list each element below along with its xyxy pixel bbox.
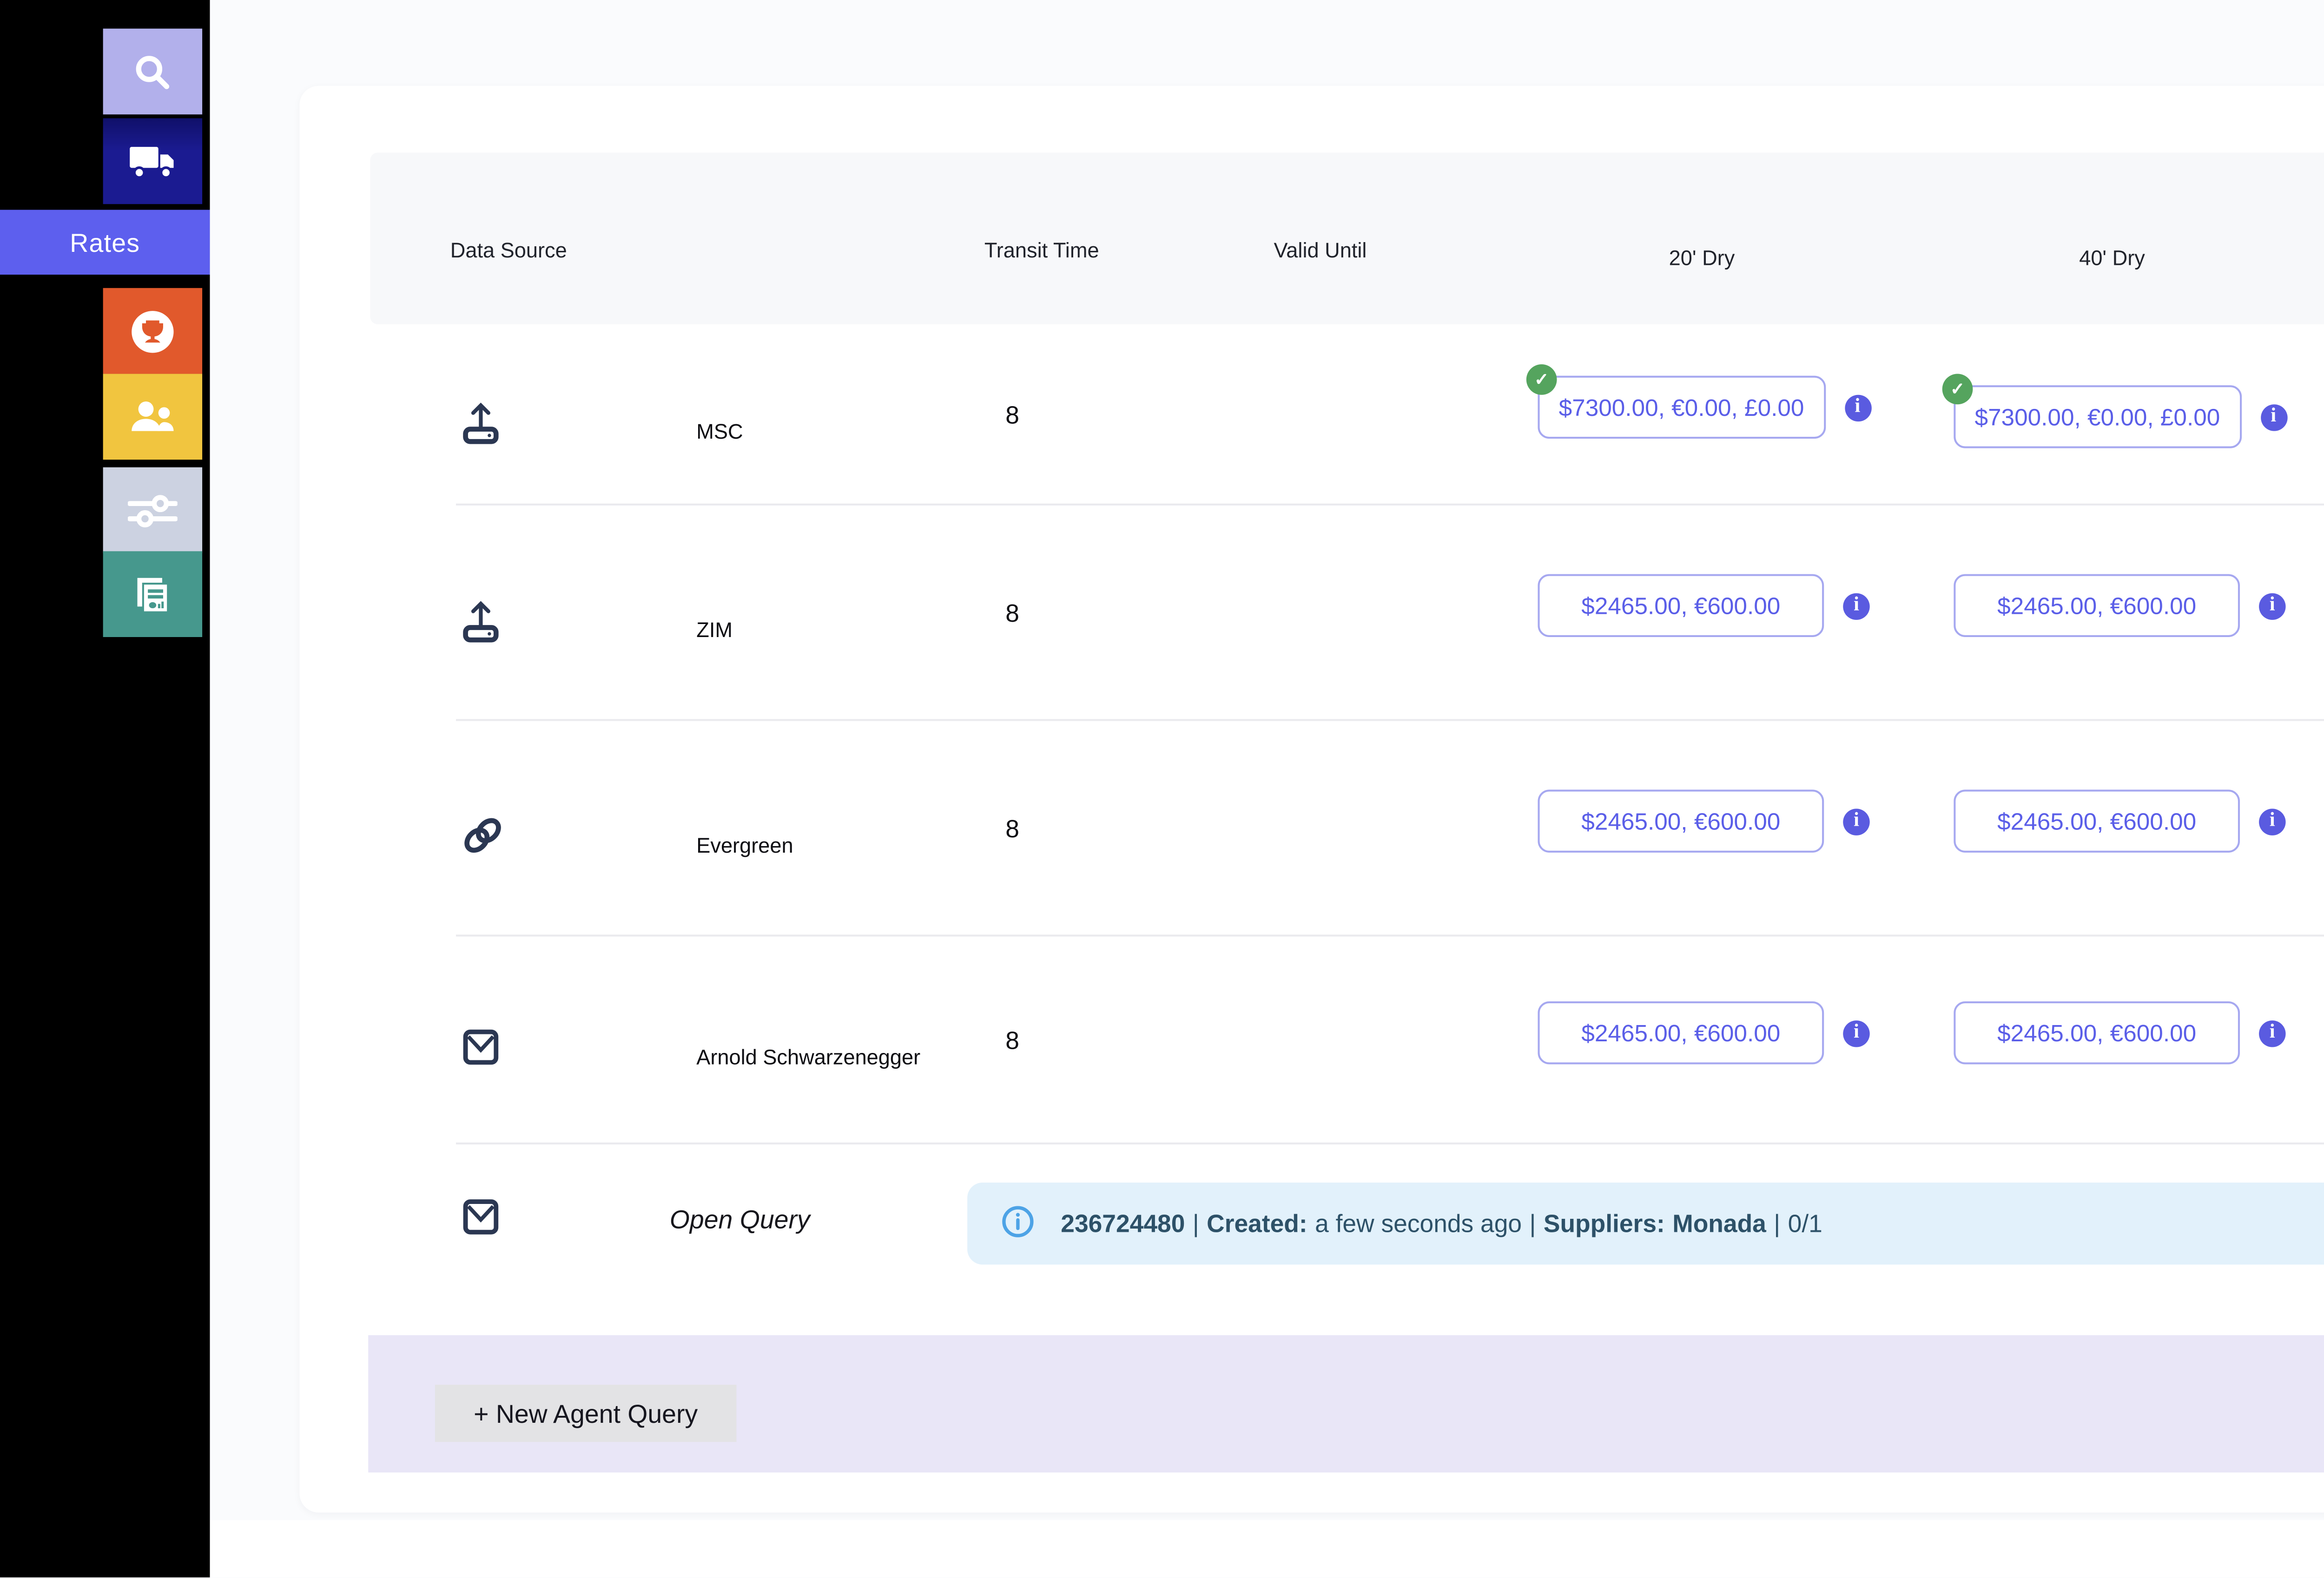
rate-cell-20-dry: ✓ $7300.00, €0.00, £0.00 i	[1501, 364, 1917, 439]
rate-value: $2465.00, €600.00	[1997, 592, 2197, 619]
app-window: Rates Data Source Transit Time Valid Unt…	[0, 0, 2324, 1578]
info-icon[interactable]: i	[1844, 394, 1871, 421]
created-value: a few seconds ago	[1315, 1209, 1522, 1238]
column-header-valid-until: Valid Until	[1274, 240, 1367, 263]
rate-box[interactable]: ✓ $2465.00, €600.00	[1954, 789, 2240, 853]
info-icon[interactable]: i	[2259, 808, 2286, 835]
rate-value: $2465.00, €600.00	[1581, 592, 1781, 619]
data-source-name: ZIM	[696, 619, 733, 642]
data-source-name: Arnold Schwarzenegger	[696, 1046, 921, 1069]
table-body: MSC 8 ✓ $7300.00, €0.00, £0.00 i ✓ $7300…	[299, 324, 2324, 1316]
rate-cell-20-dry: ✓ $2465.00, €600.00 i	[1501, 574, 1917, 638]
transit-time-value: 8	[1005, 814, 1019, 843]
footer-bar: + New Agent Query	[368, 1335, 2324, 1473]
sidebar-item-deals[interactable]	[103, 288, 203, 374]
rate-cell-40-dry: ✓ $7300.00, €0.00, £0.00 i	[1917, 374, 2322, 448]
transit-time-value: 8	[1005, 401, 1019, 429]
rate-value: $7300.00, €0.00, £0.00	[1558, 394, 1804, 421]
rate-cell-40-dry: ✓ $2465.00, €600.00 i	[1917, 789, 2322, 853]
info-icon[interactable]: i	[2259, 592, 2286, 619]
rate-box[interactable]: ✓ $2465.00, €600.00	[1538, 574, 1824, 638]
open-query-label: Open Query	[669, 1205, 810, 1234]
column-header-40-dry: 40' Dry	[2079, 248, 2145, 271]
page-bottom-strip	[210, 1520, 2324, 1578]
sidebar: Rates	[0, 0, 210, 1578]
column-header-data-source: Data Source	[450, 240, 567, 263]
table-row: MSC 8 ✓ $7300.00, €0.00, £0.00 i ✓ $7300…	[299, 324, 2324, 506]
column-header-20-dry: 20' Dry	[1669, 248, 1735, 271]
transit-time-value: 8	[1005, 1026, 1019, 1055]
column-header-transit-time: Transit Time	[984, 240, 1099, 263]
info-icon[interactable]: i	[2260, 403, 2287, 430]
rate-cell-route-rates: ✓ $2465.00, €600.00 i	[2322, 1009, 2324, 1072]
sidebar-item-settings[interactable]	[103, 467, 203, 553]
rate-cell-route-rates: ✓ $7300.00, €0.00, £0.00 i	[2322, 385, 2324, 448]
truck-icon	[130, 144, 176, 178]
suppliers-value: Monada	[1672, 1209, 1766, 1238]
verified-badge-icon: ✓	[1526, 364, 1557, 395]
rate-cell-40-dry: ✓ $2465.00, €600.00 i	[1917, 574, 2322, 638]
rate-box[interactable]: ✓ $2465.00, €600.00	[1954, 574, 2240, 638]
rate-cell-40-dry: ✓ $2465.00, €600.00 i	[1917, 1001, 2322, 1065]
table-header: Data Source Transit Time Valid Until 20'…	[370, 152, 2324, 324]
rate-value: $2465.00, €600.00	[1581, 808, 1781, 835]
sidebar-item-shipments[interactable]	[103, 118, 203, 204]
rate-cell-20-dry: ✓ $2465.00, €600.00 i	[1501, 1001, 1917, 1065]
info-icon[interactable]: i	[2259, 1019, 2286, 1046]
rate-cell-route-rates: ✓ $2465.00, €600.00 i	[2322, 574, 2324, 637]
created-label: Created:	[1207, 1209, 1307, 1238]
rate-value: $2465.00, €600.00	[1997, 1019, 2197, 1046]
suppliers-count: 0/1	[1788, 1209, 1822, 1238]
rate-box[interactable]: ✓ $2465.00, €600.00	[1538, 789, 1824, 853]
verified-badge-icon: ✓	[1942, 374, 1973, 405]
rate-box[interactable]: ✓ $7300.00, €0.00, £0.00	[1942, 374, 2241, 448]
mail-icon	[460, 1025, 536, 1067]
rate-box[interactable]: ✓ $2465.00, €600.00	[1954, 1001, 2240, 1065]
rate-value: $7300.00, €0.00, £0.00	[1974, 403, 2220, 430]
table-row: ZIM 8 ✓ $2465.00, €600.00 i ✓ $2465.00, …	[299, 506, 2324, 721]
people-icon	[130, 400, 176, 434]
info-icon[interactable]: i	[1843, 808, 1870, 835]
data-source-name: MSC	[696, 421, 743, 444]
search-icon	[132, 51, 173, 92]
upload-icon	[460, 596, 536, 642]
rate-cell-20-dry: ✓ $2465.00, €600.00 i	[1501, 789, 1917, 853]
table-row: Evergreen 8 ✓ $2465.00, €600.00 i ✓ $246…	[299, 721, 2324, 937]
info-icon[interactable]: i	[1843, 1019, 1870, 1046]
mail-icon	[460, 1196, 502, 1248]
query-id: 236724480	[1061, 1209, 1185, 1238]
rates-label: Rates	[70, 228, 140, 257]
sliders-icon	[128, 493, 178, 527]
trophy-icon	[128, 306, 178, 356]
info-outline-icon	[1002, 1204, 1034, 1243]
rate-box[interactable]: ✓ $2465.00, €600.00	[1538, 1001, 1824, 1065]
data-source-name: Evergreen	[696, 834, 793, 858]
info-icon[interactable]: i	[1843, 592, 1870, 619]
sidebar-item-reports[interactable]	[103, 551, 203, 638]
rates-table-card: Data Source Transit Time Valid Until 20'…	[299, 85, 2324, 1513]
rate-box[interactable]: ✓ $7300.00, €0.00, £0.00	[1526, 364, 1825, 439]
upload-icon	[460, 398, 536, 444]
suppliers-label: Suppliers:	[1543, 1209, 1665, 1238]
sidebar-item-search[interactable]	[103, 28, 203, 115]
transit-time-value: 8	[1005, 598, 1019, 628]
sidebar-item-contacts[interactable]	[103, 374, 203, 460]
link-icon	[460, 814, 536, 855]
rate-value: $2465.00, €600.00	[1581, 1019, 1781, 1046]
reports-icon	[130, 571, 176, 617]
table-row: Arnold Schwarzenegger 8 ✓ $2465.00, €600…	[299, 936, 2324, 1144]
open-query-row: Open Query 236724480 | Created: a few secon…	[299, 1144, 2324, 1316]
open-query-banner-text: 236724480 | Created: a few seconds ago | Supp…	[1061, 1209, 1822, 1238]
open-query-banner[interactable]: 236724480 | Created: a few seconds ago | Supp…	[967, 1182, 2324, 1265]
rate-cell-route-rates: ✓ $2465.00, €600.00 i	[2322, 797, 2324, 860]
new-agent-query-button[interactable]: + New Agent Query	[435, 1385, 737, 1442]
sidebar-item-rates-active[interactable]: Rates	[0, 210, 210, 275]
rate-value: $2465.00, €600.00	[1997, 808, 2197, 835]
